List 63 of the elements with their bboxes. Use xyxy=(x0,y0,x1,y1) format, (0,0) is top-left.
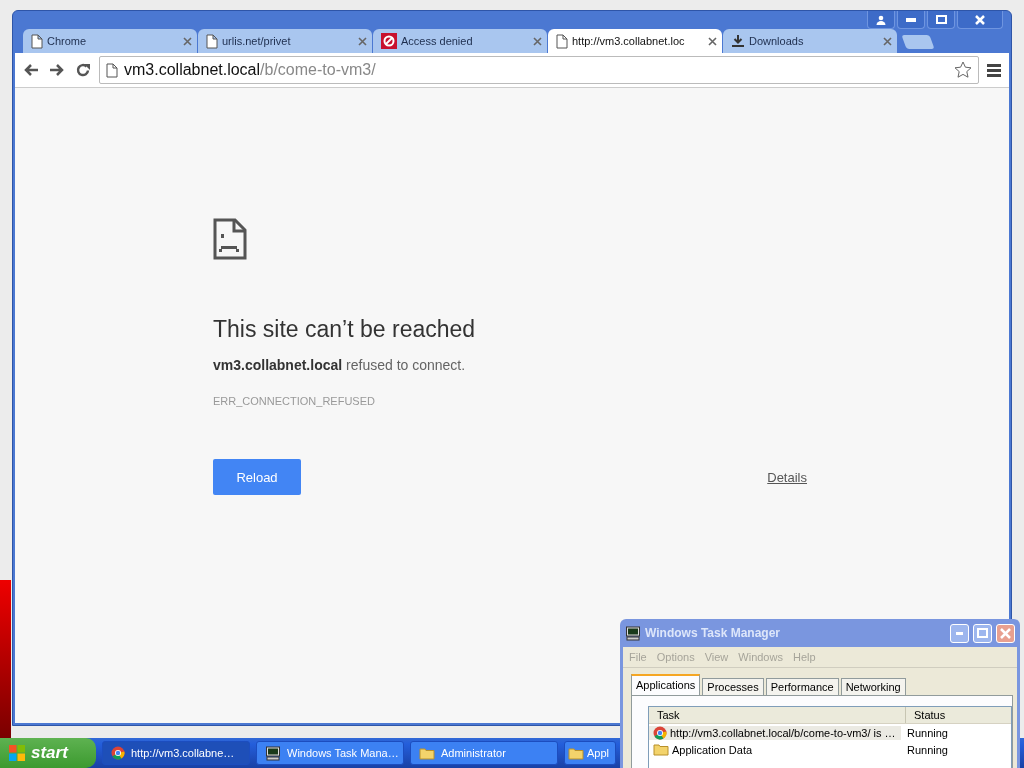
close-icon[interactable] xyxy=(183,36,192,46)
browser-tab[interactable]: urlis.net/privet xyxy=(198,29,372,53)
address-bar[interactable]: vm3.collabnet.local/b/come-to-vm3/ xyxy=(99,56,979,84)
close-button[interactable] xyxy=(957,11,1003,29)
menu-icon xyxy=(987,63,1001,77)
tab[interactable]: Processes xyxy=(702,678,764,695)
person-icon xyxy=(876,14,886,25)
error-message: vm3.collabnet.local refused to connect. xyxy=(213,357,467,373)
star-icon[interactable] xyxy=(954,61,972,79)
sad-page-icon xyxy=(213,218,247,260)
menu-button[interactable] xyxy=(985,61,1003,79)
back-icon xyxy=(23,63,39,77)
minimize-icon xyxy=(906,17,916,22)
task-item[interactable]: Application Data xyxy=(649,743,901,756)
taskbar-button[interactable]: http://vm3.collabne… xyxy=(102,741,250,765)
browser-tab[interactable]: Access denied xyxy=(373,29,547,53)
status-cell-text: Running xyxy=(906,743,948,756)
maximize-icon xyxy=(935,15,947,24)
profile-button[interactable] xyxy=(867,11,895,29)
minimize-icon xyxy=(956,631,963,635)
close-icon[interactable] xyxy=(883,36,892,46)
close-icon[interactable] xyxy=(708,36,717,46)
page-icon xyxy=(31,33,43,49)
chrome-icon xyxy=(111,746,125,760)
page-icon xyxy=(106,62,118,78)
computer-icon xyxy=(265,745,281,761)
taskbar-button[interactable]: Windows Task Mana… xyxy=(256,741,404,765)
close-icon xyxy=(975,14,985,25)
window-title: Windows Task Manager xyxy=(645,626,782,640)
status-cell-text: Running xyxy=(906,726,948,739)
taskbar-button[interactable]: Appl xyxy=(564,741,616,765)
download-icon xyxy=(731,34,745,48)
reload-icon xyxy=(75,62,91,78)
maximize-icon xyxy=(977,628,988,638)
folder-icon xyxy=(653,743,669,756)
page-icon xyxy=(206,33,218,49)
tab[interactable]: Applications xyxy=(631,674,701,695)
browser-tab[interactable]: Chrome xyxy=(23,29,197,53)
blocked-site-icon xyxy=(381,33,397,49)
taskbar-button[interactable]: Administrator xyxy=(410,741,558,765)
forward-icon xyxy=(49,63,65,77)
column-header[interactable]: Task xyxy=(649,707,906,723)
tab[interactable]: Networking xyxy=(840,678,906,695)
error-title: This site can’t be reached xyxy=(213,316,477,343)
windows-flag-icon xyxy=(8,744,26,762)
minimize-button[interactable] xyxy=(897,11,925,29)
browser-tab[interactable]: Downloads xyxy=(723,29,897,53)
column-header[interactable]: Status xyxy=(906,707,954,723)
page-icon xyxy=(556,33,568,49)
folder-icon xyxy=(419,746,435,760)
folder-icon xyxy=(568,746,584,760)
details-link[interactable]: Details xyxy=(761,468,813,486)
close-icon[interactable] xyxy=(358,36,367,46)
maximize-button[interactable] xyxy=(927,11,955,29)
reload-button[interactable]: Reload xyxy=(213,459,301,495)
error-code: ERR_CONNECTION_REFUSED xyxy=(213,395,376,407)
close-icon xyxy=(1000,627,1011,639)
browser-tab[interactable]: http://vm3.collabnet.loc xyxy=(548,29,722,53)
chrome-icon xyxy=(653,725,667,740)
computer-icon xyxy=(625,625,641,641)
task-item[interactable]: http://vm3.collabnet.local/b/come-to-vm3/ is … xyxy=(649,725,901,740)
tab[interactable]: Performance xyxy=(765,678,839,695)
close-icon[interactable] xyxy=(533,36,542,46)
